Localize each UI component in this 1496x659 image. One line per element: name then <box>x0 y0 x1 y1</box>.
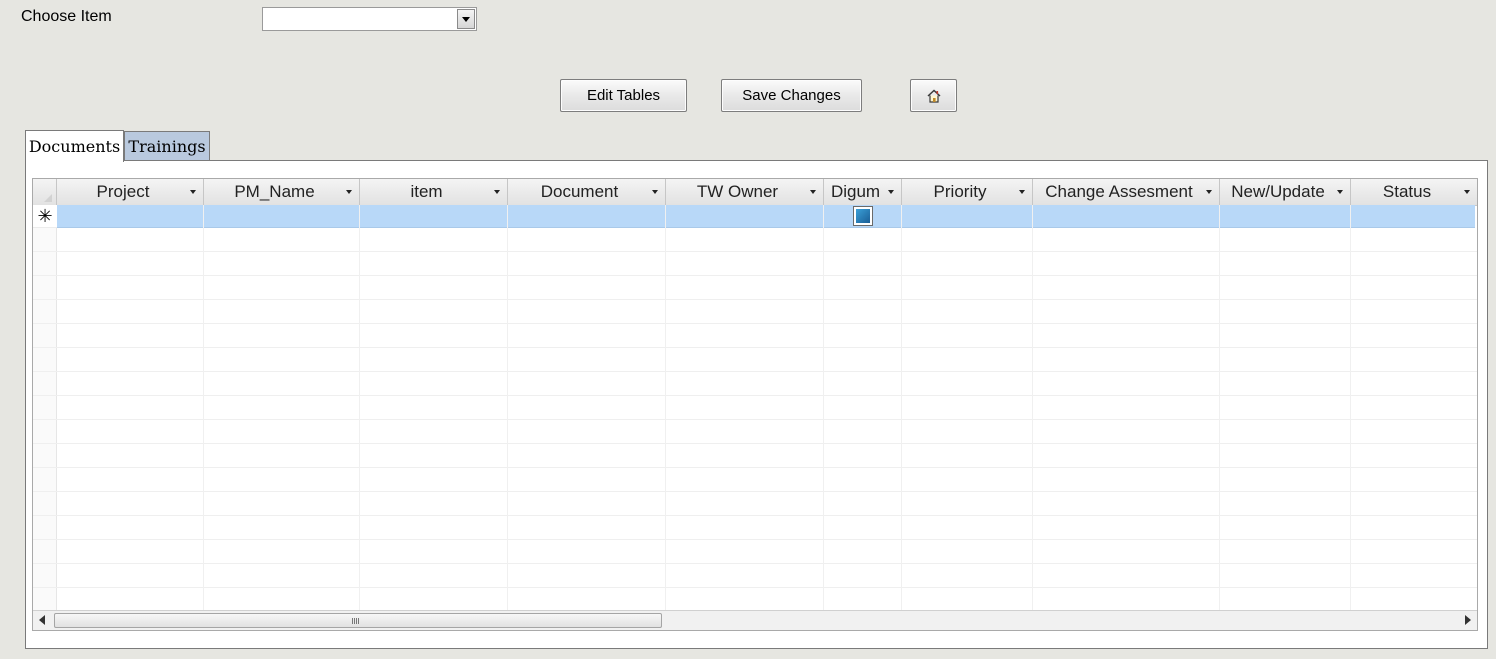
grid-line <box>901 205 902 610</box>
column-label: Project <box>96 182 150 201</box>
column-label: PM_Name <box>234 182 315 201</box>
tab-documents[interactable]: Documents <box>25 130 124 162</box>
home-button[interactable] <box>910 79 957 112</box>
column-label: item <box>410 182 443 201</box>
new-record-row[interactable] <box>57 205 1475 228</box>
chevron-down-icon[interactable] <box>457 9 475 29</box>
new-row-marker-icon[interactable]: ✳ <box>33 205 57 228</box>
column-filter-icon[interactable] <box>1206 190 1212 194</box>
column-header-document[interactable]: Document <box>508 179 666 205</box>
column-label: TW Owner <box>696 182 779 201</box>
grid-line <box>359 205 360 610</box>
column-label: New/Update <box>1231 182 1325 201</box>
column-header-project[interactable]: Project <box>57 179 204 205</box>
column-label: Change Assesment <box>1045 182 1193 201</box>
digum-checkbox[interactable] <box>853 206 873 226</box>
grid-line <box>203 205 204 610</box>
grip-icon <box>352 618 359 624</box>
grid-line <box>33 419 1477 420</box>
column-filter-icon[interactable] <box>346 190 352 194</box>
grid-line <box>33 371 1477 372</box>
column-label: Status <box>1382 182 1432 201</box>
column-header-change-assesment[interactable]: Change Assesment <box>1033 179 1220 205</box>
grid-line <box>823 205 824 610</box>
tab-trainings[interactable]: Trainings <box>124 131 210 161</box>
column-filter-icon[interactable] <box>810 190 816 194</box>
column-header-status[interactable]: Status <box>1351 179 1477 205</box>
grid-line <box>507 205 508 610</box>
grid-line <box>33 587 1477 588</box>
scrollbar-thumb[interactable] <box>54 613 662 628</box>
home-icon <box>926 88 941 103</box>
column-filter-icon[interactable] <box>1337 190 1343 194</box>
column-header-digum[interactable]: Digum <box>824 179 902 205</box>
grid-header: Project PM_Name item Document TW Owner D… <box>33 179 1477 206</box>
column-filter-icon[interactable] <box>494 190 500 194</box>
grid-line <box>33 347 1477 348</box>
data-grid[interactable]: Project PM_Name item Document TW Owner D… <box>32 178 1478 631</box>
grid-line <box>33 467 1477 468</box>
column-header-new-update[interactable]: New/Update <box>1220 179 1351 205</box>
grid-line <box>33 323 1477 324</box>
scroll-left-icon[interactable] <box>33 611 53 630</box>
column-header-pm-name[interactable]: PM_Name <box>204 179 360 205</box>
save-changes-button[interactable]: Save Changes <box>721 79 862 112</box>
scroll-right-icon[interactable] <box>1457 611 1477 630</box>
grid-line <box>1350 205 1351 610</box>
column-header-tw-owner[interactable]: TW Owner <box>666 179 824 205</box>
column-filter-icon[interactable] <box>1464 190 1470 194</box>
grid-line <box>33 539 1477 540</box>
grid-line <box>33 251 1477 252</box>
grid-line <box>1219 205 1220 610</box>
column-header-priority[interactable]: Priority <box>902 179 1033 205</box>
column-label: Digum <box>830 182 881 201</box>
horizontal-scrollbar[interactable] <box>33 610 1477 630</box>
column-label: Document <box>540 182 619 201</box>
grid-line <box>665 205 666 610</box>
grid-line <box>33 395 1477 396</box>
grid-line <box>33 443 1477 444</box>
column-filter-icon[interactable] <box>1019 190 1025 194</box>
grid-line <box>33 491 1477 492</box>
edit-tables-button[interactable]: Edit Tables <box>560 79 687 112</box>
column-label: Priority <box>933 182 987 201</box>
column-filter-icon[interactable] <box>888 190 894 194</box>
grid-line <box>33 515 1477 516</box>
grid-line <box>33 275 1477 276</box>
column-filter-icon[interactable] <box>652 190 658 194</box>
grid-line <box>33 563 1477 564</box>
column-filter-icon[interactable] <box>190 190 196 194</box>
choose-item-combobox[interactable] <box>262 7 477 31</box>
column-header-item[interactable]: item <box>360 179 508 205</box>
select-all-corner[interactable] <box>33 179 57 205</box>
grid-line <box>1032 205 1033 610</box>
grid-line <box>33 299 1477 300</box>
choose-item-label: Choose Item <box>21 8 112 25</box>
